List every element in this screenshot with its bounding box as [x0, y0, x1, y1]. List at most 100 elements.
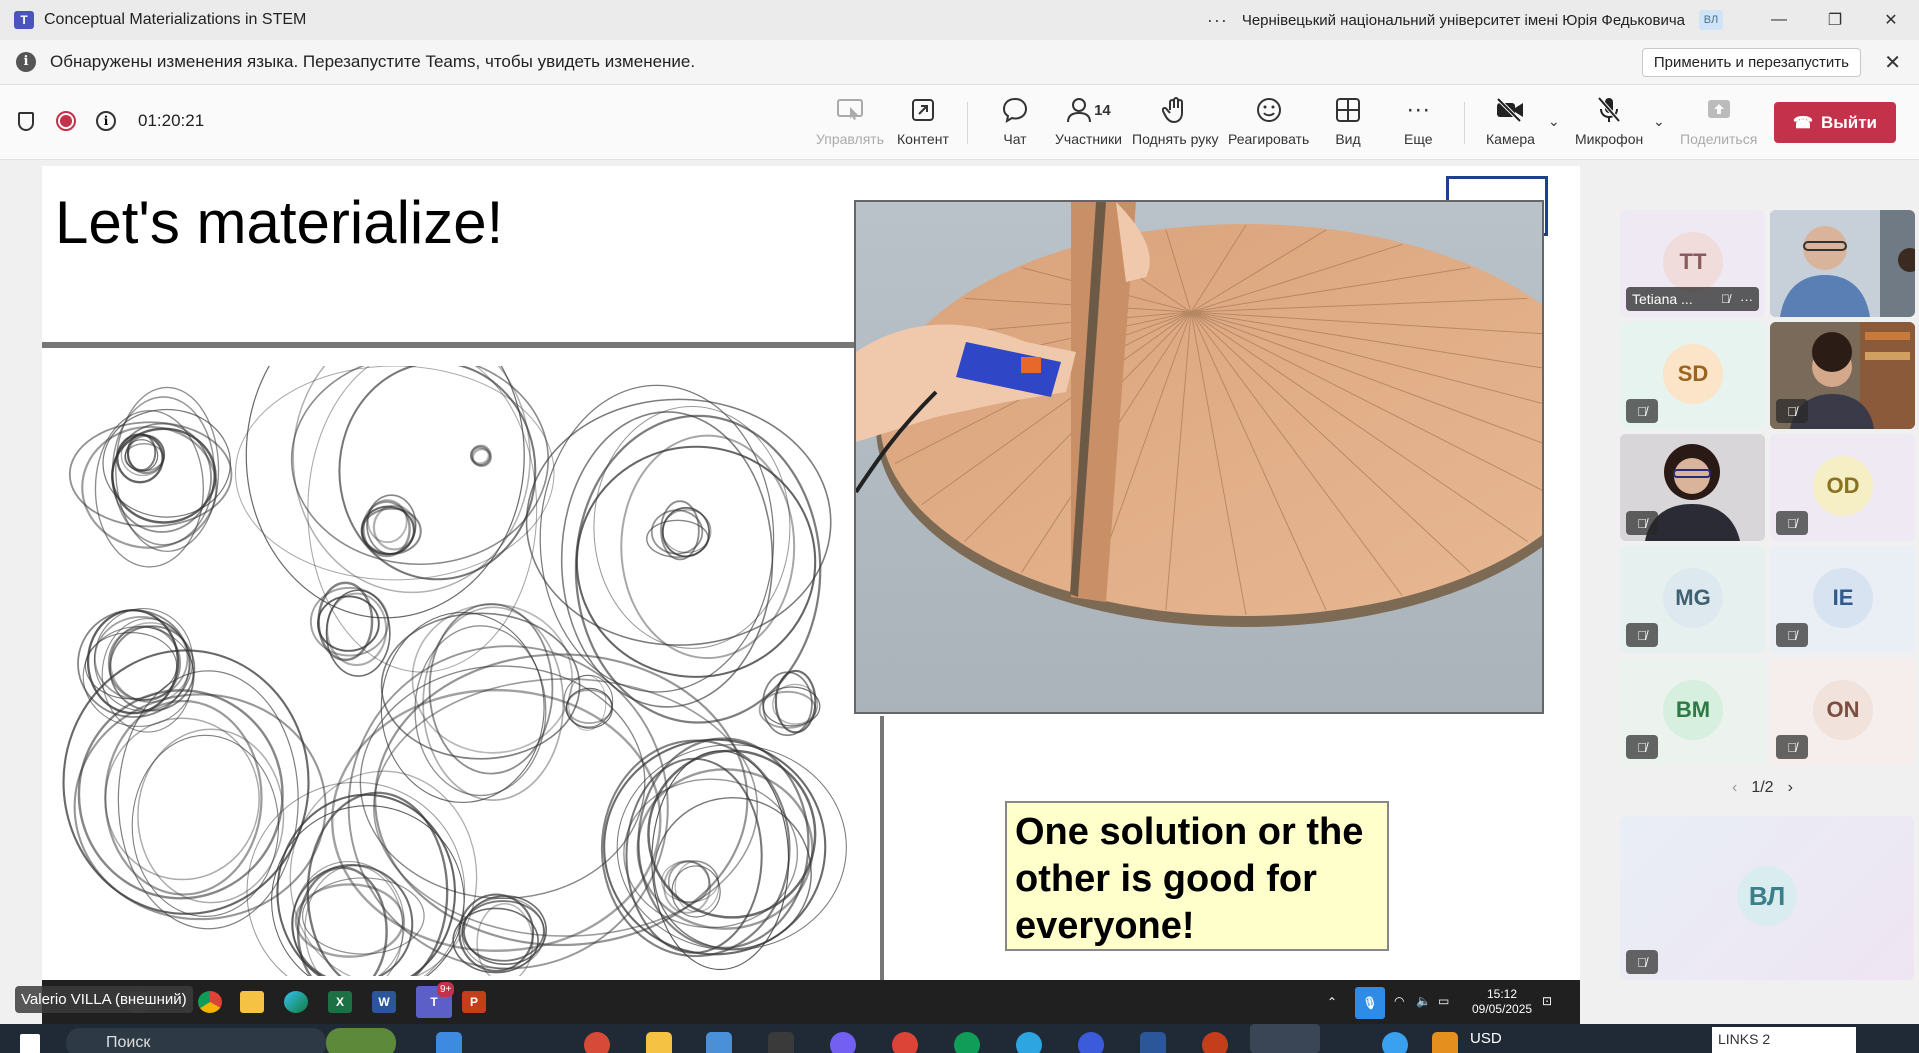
sketch-circle: [301, 877, 425, 955]
window-title: Conceptual Materializations in STEM: [44, 11, 307, 28]
chrome-icon[interactable]: [954, 1032, 980, 1053]
participant-name: Tetiana ...: [1632, 291, 1693, 307]
minimize-icon[interactable]: —: [1751, 0, 1807, 40]
sketch-circle: [307, 366, 538, 673]
teams-active-icon[interactable]: [1250, 1024, 1320, 1053]
raise-hand-label: Поднять руку: [1132, 131, 1219, 147]
app-icon[interactable]: [436, 1032, 462, 1053]
tray-date: 09/05/2025: [1472, 1002, 1533, 1016]
share-button[interactable]: Поделиться: [1680, 95, 1757, 147]
view-label: Вид: [1335, 131, 1361, 147]
close-window-icon[interactable]: ✕: [1863, 0, 1919, 40]
meeting-info-icon[interactable]: i: [96, 111, 116, 131]
previous-page-icon[interactable]: ‹: [1732, 779, 1737, 797]
control-button[interactable]: Управлять: [816, 95, 884, 147]
slide-callout: One solution or the other is good for ev…: [1005, 801, 1389, 951]
participant-tile-mg[interactable]: MG 🎙̸: [1620, 546, 1765, 653]
toolbar-separator: [967, 102, 968, 144]
content-button[interactable]: Контент: [897, 95, 949, 147]
apply-restart-button[interactable]: Применить и перезапустить: [1641, 48, 1861, 77]
currency-indicator[interactable]: USD: [1470, 1030, 1502, 1047]
sketch-circle: [94, 409, 205, 568]
word-icon[interactable]: [1140, 1032, 1166, 1053]
participants-button[interactable]: 14 Участники: [1055, 95, 1122, 147]
sketch-circle: [772, 683, 819, 725]
view-button[interactable]: Вид: [1335, 95, 1361, 147]
more-options-icon[interactable]: ···: [1207, 10, 1228, 31]
camera-off-icon: [1495, 95, 1525, 125]
sketch-circle: [115, 386, 220, 553]
mute-indicator: 🎙̸: [1626, 399, 1658, 423]
app-icon[interactable]: [768, 1032, 794, 1053]
self-video-tile[interactable]: ВЛ 🎙̸: [1620, 816, 1914, 980]
powerpoint-icon[interactable]: [1202, 1032, 1228, 1053]
restore-icon[interactable]: ❐: [1807, 0, 1863, 40]
battery-icon: ▭: [1438, 994, 1450, 1008]
camera-options-chevron-icon[interactable]: ⌄: [1548, 113, 1560, 130]
raise-hand-button[interactable]: Поднять руку: [1132, 95, 1219, 147]
more-options-icon[interactable]: ···: [1740, 292, 1753, 307]
video-tile-man-curly-hair[interactable]: 🎙̸: [1770, 322, 1915, 429]
shield-icon[interactable]: [18, 111, 34, 131]
slide-title: Let's materialize!: [55, 189, 504, 256]
taskbar-search-box[interactable]: Поиск: [66, 1028, 326, 1053]
self-avatar: ВЛ: [1737, 866, 1797, 926]
mic-options-chevron-icon[interactable]: ⌄: [1653, 113, 1665, 130]
emoji-icon: [1255, 95, 1283, 125]
content-label: Контент: [897, 131, 949, 147]
viber-icon[interactable]: [830, 1032, 856, 1053]
chat-label: Чат: [1003, 131, 1027, 147]
chat-button[interactable]: Чат: [1001, 95, 1029, 147]
recording-icon[interactable]: [56, 111, 76, 131]
org-avatar[interactable]: ВЛ: [1699, 10, 1723, 30]
participant-tile-sd[interactable]: SD 🎙̸: [1620, 322, 1765, 429]
hand-icon: [1162, 95, 1188, 125]
participants-pager: ‹ 1/2 ›: [1718, 779, 1807, 797]
mic-button[interactable]: Микрофон: [1575, 95, 1643, 147]
app-icon[interactable]: [1432, 1032, 1458, 1053]
chameleon-widget-icon[interactable]: [326, 1028, 396, 1053]
powerpoint-icon: P: [462, 991, 486, 1013]
app-icon[interactable]: [706, 1032, 732, 1053]
participant-tile-tt[interactable]: TT Tetiana ... 🎙̸ ···: [1620, 210, 1765, 317]
react-button[interactable]: Реагировать: [1228, 95, 1309, 147]
mute-indicator: 🎙̸: [1626, 623, 1658, 647]
app-icon[interactable]: [584, 1032, 610, 1053]
meeting-toolbar: i 01:20:21 Управлять Контент Чат 14 Учас…: [0, 85, 1919, 160]
chrome-icon[interactable]: [892, 1032, 918, 1053]
grid-view-icon: [1335, 95, 1361, 125]
video-tile-woman[interactable]: 🎙̸: [1620, 434, 1765, 541]
sketch-circle: [331, 688, 662, 952]
folder-icon[interactable]: [646, 1032, 672, 1053]
sketch-circle: [620, 434, 796, 660]
participant-tile-ie[interactable]: IE 🎙̸: [1770, 546, 1915, 653]
word-icon: W: [372, 991, 396, 1013]
camera-button[interactable]: Камера: [1486, 95, 1535, 147]
leave-button[interactable]: ☎ Выйти: [1774, 102, 1896, 143]
participants-label: Участники: [1055, 131, 1122, 147]
windows-start-icon[interactable]: [20, 1034, 40, 1053]
share-label: Поделиться: [1680, 131, 1758, 147]
close-notice-icon[interactable]: ✕: [1884, 50, 1901, 75]
shared-slide: Let's materialize! One solution or the o…: [42, 166, 1580, 980]
wifi-icon: ◠: [1394, 994, 1405, 1008]
links-box[interactable]: LINKS 2: [1712, 1027, 1856, 1053]
next-page-icon[interactable]: ›: [1788, 779, 1793, 797]
participant-tile-on[interactable]: ON 🎙̸: [1770, 658, 1915, 765]
phone-hangup-icon: ☎: [1793, 114, 1813, 132]
mic-tray-icon: 🎙: [1355, 987, 1385, 1019]
tray-clock: 15:12 09/05/2025: [1472, 987, 1532, 1017]
participant-tile-bm[interactable]: BM 🎙̸: [1620, 658, 1765, 765]
control-icon: [836, 95, 864, 125]
participants-icon: 14: [1066, 95, 1111, 125]
telegram-icon[interactable]: [1016, 1032, 1042, 1053]
participant-tile-od[interactable]: OD 🎙̸: [1770, 434, 1915, 541]
app-icon[interactable]: [1382, 1032, 1408, 1053]
chat-icon: [1001, 95, 1029, 125]
react-label: Реагировать: [1228, 131, 1310, 147]
more-button[interactable]: ··· Еще: [1404, 95, 1433, 147]
zoom-icon[interactable]: [1078, 1032, 1104, 1053]
video-tile-man-glasses[interactable]: [1770, 210, 1915, 317]
excel-icon: X: [328, 991, 352, 1013]
organization-name[interactable]: Чернівецький національний університет ім…: [1242, 12, 1685, 29]
